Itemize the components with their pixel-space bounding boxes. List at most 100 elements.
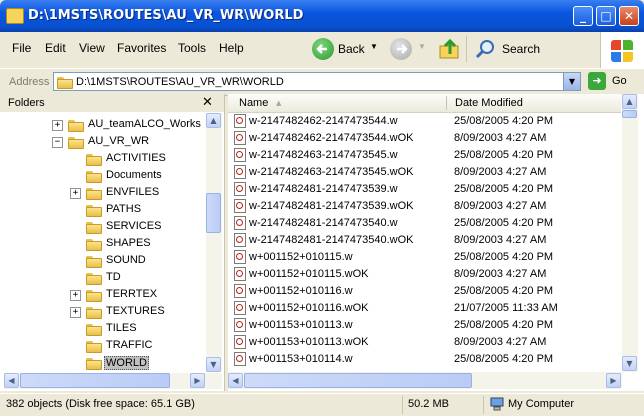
- filelist-horizontal-scrollbar[interactable]: ◀ ▶: [228, 372, 622, 389]
- forward-dropdown-icon[interactable]: ▼: [418, 42, 426, 51]
- title-bar[interactable]: D:\1MSTS\ROUTES\AU_VR_WR\WORLD _ □ ✕: [0, 0, 644, 32]
- file-name: w-2147482462-2147473544.w: [249, 115, 398, 127]
- world-file-icon: [234, 114, 246, 128]
- tree-item-label: Documents: [106, 169, 162, 181]
- scroll-thumb[interactable]: [206, 193, 221, 233]
- back-dropdown-icon[interactable]: ▼: [370, 42, 378, 51]
- maximize-button[interactable]: □: [596, 6, 616, 26]
- go-arrow-icon: ➜: [588, 72, 606, 90]
- file-date-modified: 25/08/2005 4:20 PM: [454, 251, 554, 263]
- up-folder-icon[interactable]: [438, 36, 462, 62]
- folder-icon: [68, 136, 84, 149]
- expand-icon[interactable]: +: [70, 188, 81, 199]
- tree-horizontal-scrollbar[interactable]: ◀ ▶: [4, 373, 222, 389]
- folder-icon: [57, 76, 73, 89]
- folder-icon: [6, 8, 24, 24]
- tree-item-label: SERVICES: [106, 220, 162, 232]
- explorer-window: D:\1MSTS\ROUTES\AU_VR_WR\WORLD _ □ ✕ Fil…: [0, 0, 644, 416]
- file-date-modified: 25/08/2005 4:20 PM: [454, 183, 554, 195]
- folders-pane: Folders ✕ + AU_teamALCO_Works − AU_VR_WR…: [0, 94, 225, 391]
- tree-item-label: ACTIVITIES: [106, 152, 166, 164]
- file-date-modified: 8/09/2003 4:27 AM: [454, 336, 547, 348]
- file-row[interactable]: w+001153+010113.w 25/08/2005 4:20 PM: [228, 317, 621, 334]
- file-date-modified: 25/08/2005 4:20 PM: [454, 319, 554, 331]
- tree-item-label: TEXTURES: [106, 305, 165, 317]
- column-date-header[interactable]: Date Modified: [455, 97, 523, 109]
- file-row[interactable]: w-2147482462-2147473544.w 25/08/2005 4:20…: [228, 113, 621, 130]
- column-header: Name ▲ Date Modified: [228, 94, 621, 113]
- expand-icon[interactable]: +: [52, 120, 63, 131]
- file-row[interactable]: w-2147482462-2147473544.wOK 8/09/2003 4:2…: [228, 130, 621, 147]
- file-row[interactable]: w+001153+010114.w 25/08/2005 4:20 PM: [228, 351, 621, 368]
- file-date-modified: 8/09/2003 4:27 AM: [454, 132, 547, 144]
- world-file-icon: [234, 165, 246, 179]
- scroll-down-icon[interactable]: ▼: [622, 356, 637, 371]
- folders-title: Folders: [8, 97, 45, 109]
- expand-icon[interactable]: +: [70, 290, 81, 301]
- tree-item-label: PATHS: [106, 203, 142, 215]
- scroll-right-icon[interactable]: ▶: [606, 373, 621, 388]
- filelist-vertical-scrollbar[interactable]: ▲ ▼: [622, 94, 638, 372]
- world-file-icon: [234, 352, 246, 366]
- scroll-thumb[interactable]: [244, 373, 472, 388]
- scroll-left-icon[interactable]: ◀: [228, 373, 243, 388]
- file-name: w+001153+010113.w: [249, 319, 353, 331]
- tree-item-label: WORLD: [104, 356, 149, 370]
- tree-vertical-scrollbar[interactable]: ▲ ▼: [206, 113, 222, 372]
- folder-icon: [86, 238, 102, 251]
- scroll-right-icon[interactable]: ▶: [190, 373, 205, 388]
- go-label: Go: [612, 75, 627, 87]
- world-file-icon: [234, 199, 246, 213]
- file-name: w-2147482463-2147473545.wOK: [249, 166, 414, 178]
- file-row[interactable]: w+001152+010116.w 25/08/2005 4:20 PM: [228, 283, 621, 300]
- column-name-header[interactable]: Name: [239, 97, 268, 109]
- address-field[interactable]: D:\1MSTS\ROUTES\AU_VR_WR\WORLD ▼: [53, 72, 581, 91]
- file-date-modified: 21/07/2005 11:33 AM: [454, 302, 558, 314]
- file-row[interactable]: w-2147482463-2147473545.wOK 8/09/2003 4:2…: [228, 164, 621, 181]
- folder-icon: [86, 221, 102, 234]
- status-size: 50.2 MB: [408, 398, 449, 410]
- tree-item-label: TILES: [106, 322, 137, 334]
- toolbar: Back ▼ ▼ Search: [0, 32, 600, 68]
- scroll-down-icon[interactable]: ▼: [206, 357, 221, 372]
- file-row[interactable]: w+001152+010115.w 25/08/2005 4:20 PM: [228, 249, 621, 266]
- file-row[interactable]: w+001152+010115.wOK 8/09/2003 4:27 AM: [228, 266, 621, 283]
- scroll-up-icon[interactable]: ▲: [206, 113, 221, 128]
- folders-close-icon[interactable]: ✕: [202, 95, 213, 110]
- tree-item-label: ENVFILES: [106, 186, 160, 198]
- file-row[interactable]: w-2147482463-2147473545.w 25/08/2005 4:20…: [228, 147, 621, 164]
- go-button[interactable]: ➜ Go: [588, 72, 640, 91]
- close-button[interactable]: ✕: [619, 6, 639, 26]
- folder-icon: [86, 323, 102, 336]
- file-row[interactable]: w-2147482481-2147473539.w 25/08/2005 4:20…: [228, 181, 621, 198]
- world-file-icon: [234, 318, 246, 332]
- tree-item-label: SHAPES: [106, 237, 151, 249]
- file-row[interactable]: w-2147482481-2147473540.w 25/08/2005 4:20…: [228, 215, 621, 232]
- scroll-left-icon[interactable]: ◀: [4, 373, 19, 388]
- world-file-icon: [234, 182, 246, 196]
- world-file-icon: [234, 250, 246, 264]
- scroll-up-icon[interactable]: ▲: [622, 94, 637, 109]
- column-divider[interactable]: [446, 96, 447, 110]
- status-divider: [402, 396, 403, 414]
- search-button[interactable]: Search: [474, 36, 564, 62]
- status-object-count: 382 objects (Disk free space: 65.1 GB): [6, 398, 195, 410]
- file-row[interactable]: w-2147482481-2147473539.wOK 8/09/2003 4:2…: [228, 198, 621, 215]
- world-file-icon: [234, 233, 246, 247]
- forward-arrow-icon[interactable]: [390, 38, 412, 60]
- address-dropdown-icon[interactable]: ▼: [563, 73, 580, 90]
- scroll-thumb[interactable]: [20, 373, 170, 388]
- address-label: Address: [9, 76, 50, 88]
- minimize-button[interactable]: _: [573, 6, 593, 26]
- collapse-icon[interactable]: −: [52, 137, 63, 148]
- expand-icon[interactable]: +: [70, 307, 81, 318]
- file-row[interactable]: w+001153+010113.wOK 8/09/2003 4:27 AM: [228, 334, 621, 351]
- world-file-icon: [234, 131, 246, 145]
- file-row[interactable]: w-2147482481-2147473540.wOK 8/09/2003 4:2…: [228, 232, 621, 249]
- windows-logo: [600, 32, 644, 68]
- world-file-icon: [234, 284, 246, 298]
- scroll-thumb[interactable]: [622, 110, 637, 118]
- folder-icon: [86, 272, 102, 285]
- file-row[interactable]: w+001152+010116.wOK 21/07/2005 11:33 AM: [228, 300, 621, 317]
- file-name: w-2147482481-2147473540.w: [249, 217, 398, 229]
